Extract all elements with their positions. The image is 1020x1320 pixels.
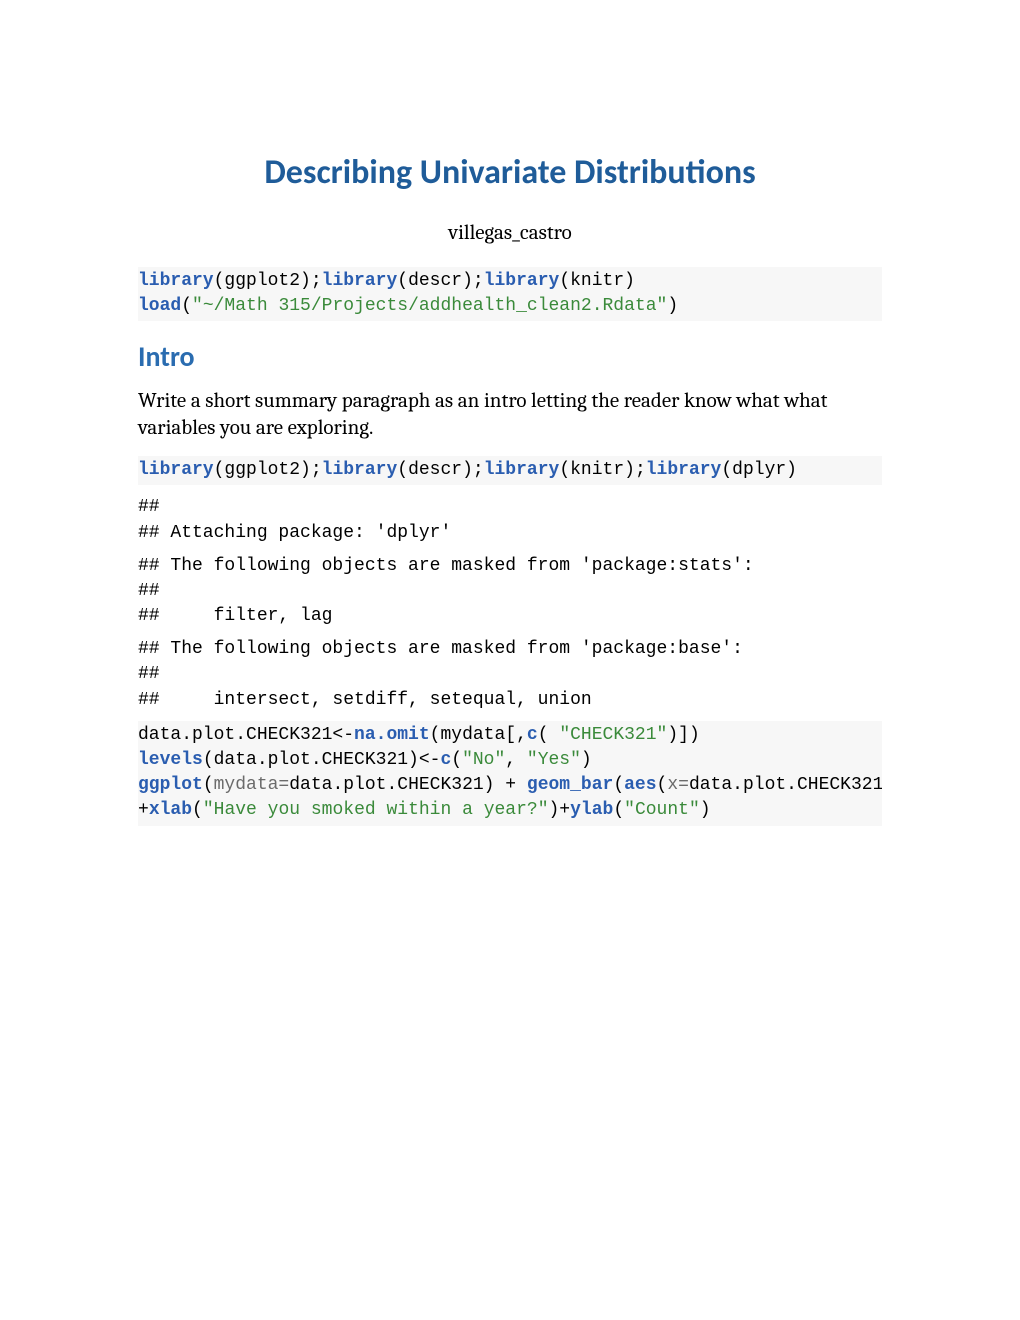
code-text: ( xyxy=(613,775,624,795)
keyword-library: library xyxy=(322,271,398,291)
console-output-2: ## The following objects are masked from… xyxy=(138,554,882,630)
function-levels: levels xyxy=(138,750,203,770)
code-text: ) xyxy=(667,296,678,316)
code-text: ( xyxy=(192,800,203,820)
string-literal: "CHECK321" xyxy=(559,725,667,745)
string-literal: "~/Math 315/Projects/addhealth_clean2.Rd… xyxy=(192,296,667,316)
code-text: ) xyxy=(700,800,711,820)
intro-paragraph: Write a short summary paragraph as an in… xyxy=(138,388,882,442)
page-title: Describing Univariate Distributions xyxy=(138,152,882,193)
argument-name: x= xyxy=(667,775,689,795)
function-c: c xyxy=(527,725,538,745)
code-text: (knitr); xyxy=(559,460,645,480)
function-aes: aes xyxy=(624,775,656,795)
code-text: ( xyxy=(613,800,624,820)
console-output-1: ## ## Attaching package: 'dplyr' xyxy=(138,495,882,545)
string-literal: "No" xyxy=(462,750,505,770)
code-text: (descr); xyxy=(397,460,483,480)
code-text: (dplyr) xyxy=(721,460,797,480)
keyword-library: library xyxy=(322,460,398,480)
code-text: ( xyxy=(203,775,214,795)
console-output-3: ## The following objects are masked from… xyxy=(138,637,882,713)
code-text: (mydata[, xyxy=(430,725,527,745)
code-text: (ggplot2); xyxy=(214,271,322,291)
code-text: ( xyxy=(538,725,560,745)
keyword-library: library xyxy=(484,271,560,291)
code-text: )+ xyxy=(549,800,571,820)
keyword-library: library xyxy=(138,460,214,480)
code-text: ( xyxy=(181,296,192,316)
code-text: data.plot.CHECK321) + xyxy=(289,775,527,795)
code-text: data.plot.CHECK321)) xyxy=(689,775,882,795)
code-text: (knitr) xyxy=(559,271,635,291)
section-heading-intro: Intro xyxy=(138,339,882,374)
function-c: c xyxy=(440,750,451,770)
function-geombar: geom_bar xyxy=(527,775,613,795)
code-block-3: data.plot.CHECK321<-na.omit(mydata[,c( "… xyxy=(138,721,882,826)
string-literal: "Yes" xyxy=(527,750,581,770)
argument-name: mydata= xyxy=(214,775,290,795)
author-name: villegas_castro xyxy=(138,221,882,245)
code-text: + xyxy=(138,800,149,820)
code-text: ) xyxy=(581,750,592,770)
function-ggplot: ggplot xyxy=(138,775,203,795)
code-text: data.plot.CHECK321<- xyxy=(138,725,354,745)
keyword-load: load xyxy=(138,296,181,316)
code-text: ( xyxy=(657,775,668,795)
keyword-library: library xyxy=(484,460,560,480)
code-text: , xyxy=(505,750,527,770)
string-literal: "Have you smoked within a year?" xyxy=(203,800,549,820)
code-text: (descr); xyxy=(397,271,483,291)
code-block-2: library(ggplot2);library(descr);library(… xyxy=(138,456,882,485)
string-literal: "Count" xyxy=(624,800,700,820)
function-naomit: na.omit xyxy=(354,725,430,745)
keyword-library: library xyxy=(138,271,214,291)
code-text: )]) xyxy=(667,725,699,745)
code-block-1: library(ggplot2);library(descr);library(… xyxy=(138,267,882,321)
function-ylab: ylab xyxy=(570,800,613,820)
code-text: ( xyxy=(451,750,462,770)
keyword-library: library xyxy=(646,460,722,480)
code-text: (data.plot.CHECK321)<- xyxy=(203,750,441,770)
function-xlab: xlab xyxy=(149,800,192,820)
code-text: (ggplot2); xyxy=(214,460,322,480)
